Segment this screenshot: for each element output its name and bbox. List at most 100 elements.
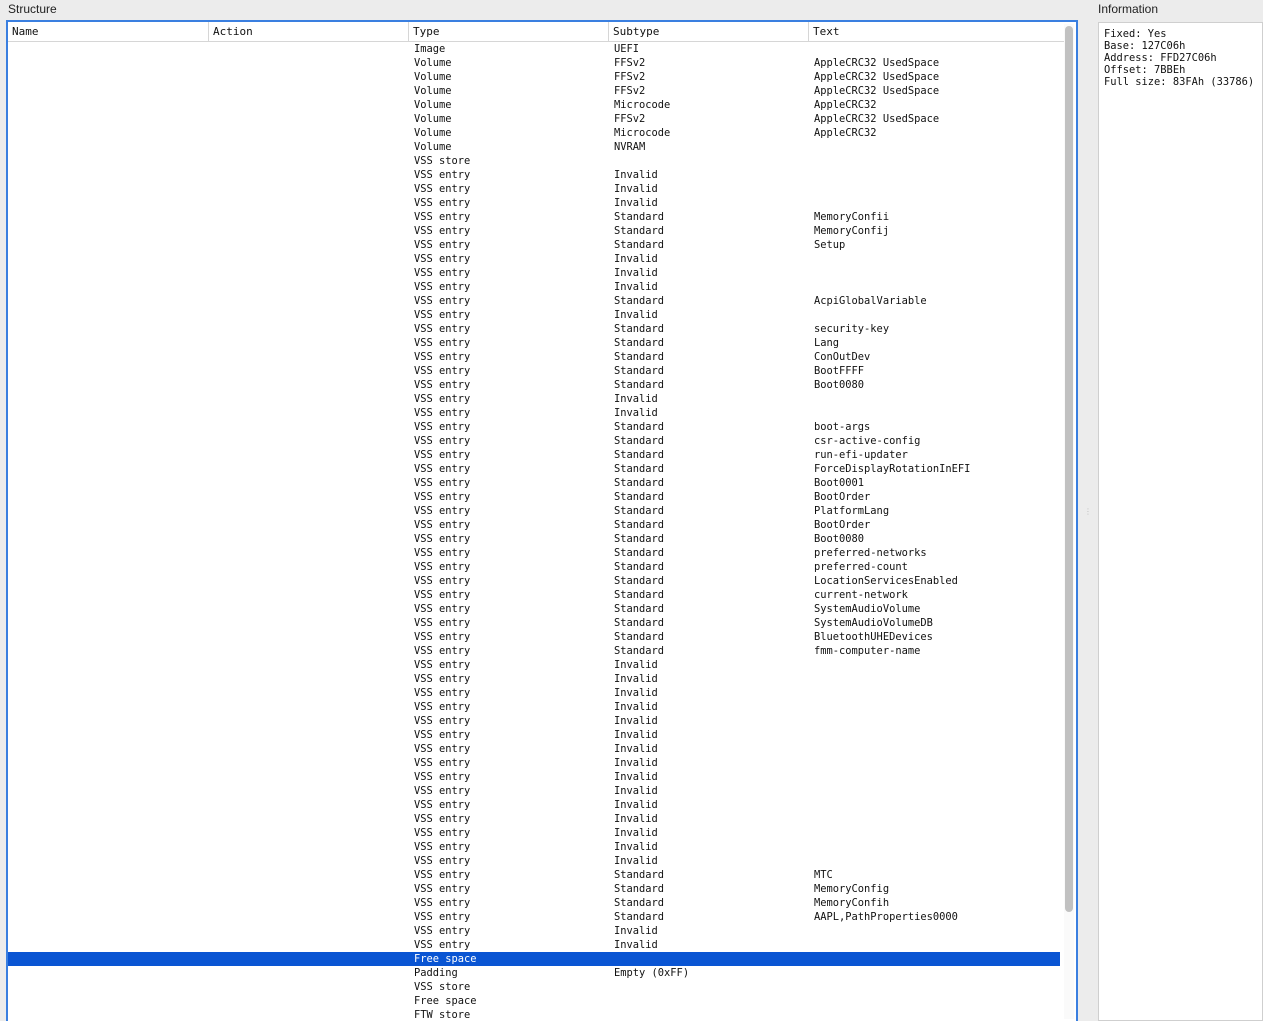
column-header-name[interactable]: Name (8, 22, 209, 42)
tree-row[interactable]: InvalidVSS entryInvalid (8, 756, 1060, 770)
tree-row[interactable]: EfiMtcGuidVSS entryStandardMTC (8, 868, 1060, 882)
tree-row-text: Lang (814, 337, 840, 349)
tree-row[interactable]: InvalidVSS entryInvalid (8, 700, 1060, 714)
tree-row[interactable]: 4D1EDE05-38C7-4A6A-9CC6…VSS entryStandar… (8, 910, 1060, 924)
scrollbar-thumb[interactable] (1065, 26, 1073, 912)
tree-row[interactable]: InvalidVSS entryInvalid (8, 770, 1060, 784)
tree-row[interactable]: InvalidVSS entryInvalid (8, 252, 1060, 266)
tree-row-type: Volume (414, 127, 452, 139)
tree-row[interactable]: EfiGlobalVariableGuidVSS entryStandardBo… (8, 364, 1060, 378)
tree-row-subtype: Invalid (614, 827, 658, 839)
tree-row[interactable]: InvalidVSS entryInvalid (8, 406, 1060, 420)
tree-row[interactable]: InvalidVSS entryInvalid (8, 686, 1060, 700)
tree-row[interactable]: 7C436110-AB2A-4BBB-A880…VSS entryStandar… (8, 420, 1060, 434)
tree-row[interactable]: EfiAcpiVariableGuidVSS entryStandardAcpi… (8, 294, 1060, 308)
tree-row[interactable]: 7C436110-AB2A-4BBB-A880…VSS entryStandar… (8, 602, 1060, 616)
tree-row-text: ForceDisplayRotationInEFI (814, 463, 971, 475)
tree-row-type: VSS entry (414, 561, 471, 573)
tree-row[interactable]: ›153D2197-29BD-44DC-AC59-887…VolumeMicro… (8, 126, 1060, 140)
structure-tree-view[interactable]: Name Action Type Subtype Text ⌄UEFI imag… (6, 20, 1078, 1021)
tree-row-type: VSS entry (414, 631, 471, 643)
tree-row[interactable]: InvalidVSS entryInvalid (8, 672, 1060, 686)
tree-row[interactable]: EfiGlobalVariableGuidVSS entryStandardMe… (8, 210, 1060, 224)
tree-row-subtype: Invalid (614, 715, 658, 727)
tree-row-subtype: Invalid (614, 799, 658, 811)
tree-row[interactable]: ›EfiFirmwareFileSystemGuidVolumeFFSv2App… (8, 56, 1060, 70)
tree-row[interactable]: InvalidVSS entryInvalid (8, 742, 1060, 756)
tree-row[interactable]: ⌄VSS storeVSS store (8, 980, 1060, 994)
tree-row[interactable]: ›EfiFirmwareFileSystemGuidVolumeFFSv2App… (8, 84, 1060, 98)
information-panel: Fixed: Yes Base: 127C06h Address: FFD27C06… (1098, 22, 1263, 1021)
tree-row[interactable]: InvalidVSS entryInvalid (8, 938, 1060, 952)
tree-row[interactable]: EfiGlobalVariableGuidVSS entryStandardPl… (8, 504, 1060, 518)
tree-row[interactable]: InvalidVSS entryInvalid (8, 798, 1060, 812)
tree-row[interactable]: 7C436110-AB2A-4BBB-A880…VSS entryStandar… (8, 574, 1060, 588)
tree-row[interactable]: InvalidVSS entryInvalid (8, 728, 1060, 742)
tree-row[interactable]: InvalidVSS entryInvalid (8, 658, 1060, 672)
tree-row[interactable]: ›EfiFirmwareFileSystemGuidVolumeFFSv2App… (8, 112, 1060, 126)
tree-row[interactable]: InvalidVSS entryInvalid (8, 392, 1060, 406)
vertical-scrollbar[interactable] (1064, 24, 1074, 1019)
tree-row[interactable]: InvalidVSS entryInvalid (8, 840, 1060, 854)
tree-row[interactable]: InvalidVSS entryInvalid (8, 182, 1060, 196)
tree-row[interactable]: InvalidVSS entryInvalid (8, 784, 1060, 798)
tree-row[interactable]: InvalidVSS entryInvalid (8, 266, 1060, 280)
column-header-text[interactable]: Text (809, 22, 1064, 42)
tree-row-type: VSS entry (414, 491, 471, 503)
tree-row[interactable]: A5CE328C-769D-11E9-94C7…VSS entryStandar… (8, 518, 1060, 532)
tree-row[interactable]: 7C436110-AB2A-4BBB-A880…VSS entryStandar… (8, 644, 1060, 658)
tree-row[interactable]: ›EfiFirmwareFileSystemGuidVolumeFFSv2App… (8, 70, 1060, 84)
tree-row[interactable]: EfiGlobalVariableGuidVSS entryStandardBo… (8, 378, 1060, 392)
tree-row[interactable]: 7C436110-AB2A-4BBB-A880…VSS entryStandar… (8, 616, 1060, 630)
tree-row-text: AAPL,PathProperties0000 (814, 911, 958, 923)
tree-row[interactable]: 7C436110-AB2A-4BBB-A880…VSS entryStandar… (8, 434, 1060, 448)
tree-row[interactable]: InvalidVSS entryInvalid (8, 924, 1060, 938)
tree-row-subtype: FFSv2 (614, 85, 646, 97)
tree-row[interactable]: InvalidVSS entryInvalid (8, 812, 1060, 826)
tree-row-type: VSS entry (414, 575, 471, 587)
tree-row[interactable]: InvalidVSS entryInvalid (8, 168, 1060, 182)
tree-row-subtype: Standard (614, 547, 665, 559)
tree-row[interactable]: EfiGlobalVariableGuidVSS entryStandardMe… (8, 896, 1060, 910)
tree-row[interactable]: FTW storeFTW store (8, 1008, 1060, 1021)
tree-row[interactable]: 7C436110-AB2A-4BBB-A880…VSS entryStandar… (8, 588, 1060, 602)
tree-row[interactable]: InvalidVSS entryInvalid (8, 196, 1060, 210)
tree-row[interactable]: 7C436110-AB2A-4BBB-A880…VSS entryStandar… (8, 448, 1060, 462)
tree-row[interactable]: EfiGlobalVariableGuidVSS entryStandardMe… (8, 224, 1060, 238)
tree-row[interactable]: 7C436110-AB2A-4BBB-A880…VSS entryStandar… (8, 546, 1060, 560)
tree-row[interactable]: 7C436110-AB2A-4BBB-A880…VSS entryStandar… (8, 560, 1060, 574)
tree-row-type: VSS store (414, 155, 471, 167)
column-header-subtype[interactable]: Subtype (609, 22, 809, 42)
tree-row[interactable]: A5CE328C-769D-11E9-94C7…VSS entryStandar… (8, 532, 1060, 546)
tree-row[interactable]: EfiGlobalVariableGuidVSS entryStandardBo… (8, 476, 1060, 490)
tree-row[interactable]: EfiSetupVariableGuidVSS entryStandardSet… (8, 238, 1060, 252)
tree-row[interactable]: InvalidVSS entryInvalid (8, 280, 1060, 294)
tree-row[interactable]: Free spaceFree space (8, 952, 1060, 966)
tree-row-subtype: Invalid (614, 701, 658, 713)
tree-row[interactable]: EfiGlobalVariableGuidVSS entryStandardLa… (8, 336, 1060, 350)
tree-row[interactable]: PaddingPaddingEmpty (0xFF) (8, 966, 1060, 980)
tree-row[interactable]: 4D1EDE05-38C7-4A6A-9CC6…VSS entryStandar… (8, 322, 1060, 336)
tree-row[interactable]: ⌄EfiSystemNvDataFvGuidVolumeNVRAM (8, 140, 1060, 154)
tree-row[interactable]: EfiGlobalVariableGuidVSS entryStandardBo… (8, 490, 1060, 504)
tree-row[interactable]: ⌄VSS storeVSS store (8, 154, 1060, 168)
column-header-type[interactable]: Type (409, 22, 609, 42)
structure-pane-label: Structure (8, 2, 57, 16)
tree-row[interactable]: Free spaceFree space (8, 994, 1060, 1008)
column-header-action[interactable]: Action (209, 22, 409, 42)
tree-row[interactable]: InvalidVSS entryInvalid (8, 826, 1060, 840)
tree-row-text: MemoryConfig (814, 883, 890, 895)
pane-splitter-handle[interactable]: ⋮ (1084, 508, 1092, 516)
tree-row[interactable]: InvalidVSS entryInvalid (8, 308, 1060, 322)
tree-row[interactable]: ›153D2197-29BD-44DC-AC59-887…VolumeMicro… (8, 98, 1060, 112)
tree-row[interactable]: EfiGlobalVariableGuidVSS entryStandardCo… (8, 350, 1060, 364)
tree-row[interactable]: 7C436110-AB2A-4BBB-A880…VSS entryStandar… (8, 462, 1060, 476)
tree-row-subtype: Invalid (614, 197, 658, 209)
tree-row[interactable]: ⌄UEFI imageImageUEFI (8, 42, 1060, 56)
tree-row[interactable]: InvalidVSS entryInvalid (8, 854, 1060, 868)
tree-row[interactable]: InvalidVSS entryInvalid (8, 714, 1060, 728)
tree-row[interactable]: EfiGlobalVariableGuidVSS entryStandardMe… (8, 882, 1060, 896)
tree-row[interactable]: 24A6EDCB-EBB6-490B-A455…VSS entryStandar… (8, 630, 1060, 644)
information-line: Base: 127C06h (1104, 40, 1186, 52)
tree-row-type: VSS entry (414, 757, 471, 769)
